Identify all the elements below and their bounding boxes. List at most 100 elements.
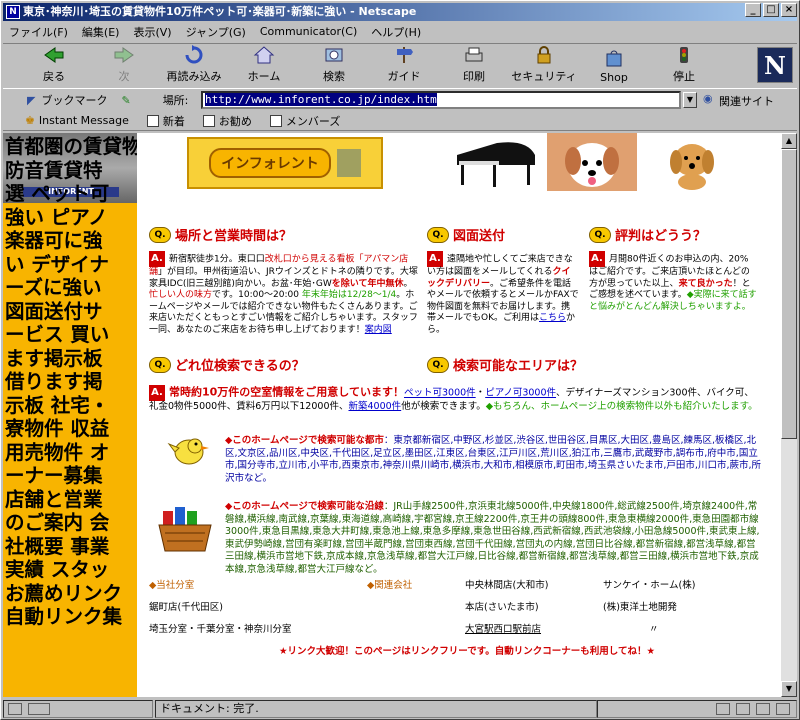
shop-button[interactable]: Shop	[579, 44, 649, 88]
left-menu-line[interactable]: 自動リンク集	[5, 605, 137, 629]
url-dropdown-button[interactable]: ▼	[683, 92, 697, 108]
branch-offices-heading: ◆当社分室	[149, 580, 195, 591]
banner-title: 常時約10万件の空室情報をご用意しています！	[169, 385, 404, 399]
left-menu-line[interactable]: 強い ピアノ	[5, 206, 137, 230]
answer-highlight: 来て良かった	[678, 278, 733, 289]
scroll-thumb[interactable]	[781, 149, 797, 439]
recommend-bookmark-button[interactable]: お勧め	[202, 113, 252, 129]
answer-text: です。10:00〜20:00	[212, 290, 299, 300]
instant-message-button[interactable]: ♚ Instant Message	[25, 114, 129, 127]
menu-edit[interactable]: 編集(E)	[82, 24, 120, 40]
left-menu-line[interactable]: のご案内 会	[5, 511, 137, 535]
edit-icon[interactable]	[776, 703, 790, 715]
security-status-icon[interactable]	[8, 703, 22, 715]
left-menu-line[interactable]: 用売物件 オ	[5, 441, 137, 465]
q-location-answer: A. 新宿駅徒歩1分。東口口改札口から見える看板「アパマン店舗」が目印。甲州街道沿…	[149, 251, 419, 336]
left-menu-text: 首都圏の賃貸物件 防音賃貸特 選 ペット可 強い ピアノ 楽器可に強 い デザイ…	[5, 135, 137, 629]
new-build-link[interactable]: 新築4000件	[349, 401, 402, 412]
reload-button[interactable]: 再読み込み	[159, 44, 229, 88]
page-icon	[202, 114, 215, 127]
lines-body: ：JR山手線2500件,京浜東北線5000件,中央線1800件,総武線2500件…	[225, 501, 760, 575]
maximize-button[interactable]: □	[763, 3, 779, 17]
vertical-scrollbar[interactable]: ▲ ▼	[781, 133, 797, 697]
menu-file[interactable]: ファイル(F)	[9, 24, 68, 40]
office-link[interactable]: 鋸町店(千代田区)	[149, 601, 309, 614]
map-link[interactable]: 案内図	[365, 325, 392, 335]
left-menu-line[interactable]: 防音賃貸特	[5, 159, 137, 183]
left-menu-line[interactable]: い デザイナ	[5, 253, 137, 277]
forward-button[interactable]: 次	[89, 44, 159, 88]
left-menu-line[interactable]: ます掲示板	[5, 347, 137, 371]
new-bookmark-label: 新着	[162, 114, 185, 128]
q-search-count-heading: Q. どれ位検索できるの？	[149, 355, 305, 374]
inforent-logo[interactable]: インフォレント	[187, 137, 383, 189]
close-button[interactable]: ×	[781, 3, 797, 17]
navigator-icon[interactable]	[716, 703, 730, 715]
office-link[interactable]: 本店(さいたま市)	[465, 601, 625, 614]
page-content: INFORENT 首都圏の賃貸物件 防音賃貸特 選 ペット可 強い ピアノ 楽器…	[3, 133, 781, 697]
stop-button[interactable]: 停止	[649, 44, 719, 88]
left-menu-line[interactable]: 図面送付サ	[5, 300, 137, 324]
affiliate-link[interactable]: サンケイ・ホーム(株)	[603, 579, 763, 592]
a-badge-icon: A.	[427, 251, 443, 267]
search-icon	[322, 44, 346, 66]
left-menu-line[interactable]: 店舗と営業	[5, 488, 137, 512]
q-reputation-heading: Q. 評判はどうう？	[589, 225, 706, 244]
quick-delivery-link[interactable]: こちら	[539, 313, 566, 323]
minimize-button[interactable]: _	[745, 3, 761, 17]
left-menu-line[interactable]: 社概要 事業	[5, 535, 137, 559]
url-input[interactable]: http://www.inforent.co.jp/index.htm	[201, 91, 681, 109]
left-menu-line[interactable]: 首都圏の賃貸物件	[5, 135, 137, 159]
menu-help[interactable]: ヘルプ(H)	[371, 24, 421, 40]
composer-icon[interactable]	[756, 703, 770, 715]
page-icon	[146, 114, 159, 127]
left-menu-line[interactable]: お薦めリンク	[5, 582, 137, 606]
pet-ok-link[interactable]: ペット可3000件	[404, 388, 476, 399]
left-menu-line[interactable]: ーナー募集	[5, 464, 137, 488]
left-menu-line[interactable]: 借ります掲	[5, 370, 137, 394]
left-menu-line[interactable]: ーズに強い	[5, 276, 137, 300]
related-sites-button[interactable]: 関連サイト	[719, 93, 774, 109]
search-button[interactable]: 検索	[299, 44, 369, 88]
left-menu-line[interactable]: 選 ペット可	[5, 182, 137, 206]
left-menu-line[interactable]: 寮物件 収益	[5, 417, 137, 441]
menu-go[interactable]: ジャンプ(G)	[186, 24, 246, 40]
connection-status-icon	[28, 703, 50, 715]
left-menu-line[interactable]: 示板 社宅・	[5, 394, 137, 418]
url-text: http://www.inforent.co.jp/index.htm	[205, 93, 437, 106]
members-bookmark-button[interactable]: メンバーズ	[269, 113, 340, 129]
a-badge-icon: A.	[149, 385, 165, 401]
scroll-up-button[interactable]: ▲	[781, 133, 797, 149]
bookmarks-button[interactable]: ブックマーク	[41, 92, 107, 108]
left-menu-line[interactable]: 実績 スタッ	[5, 558, 137, 582]
a-badge-icon: A.	[589, 251, 605, 267]
menu-view[interactable]: 表示(V)	[133, 24, 171, 40]
office-link[interactable]: 中央林間店(大和市)	[465, 579, 625, 592]
cities-section: ◆このホームページで検索可能な都市：東京都新宿区,中野区,杉並区,渋谷区,世田谷…	[225, 435, 765, 485]
guide-button[interactable]: ガイド	[369, 44, 439, 88]
office-link[interactable]: 大宮駅西口駅前店	[465, 623, 625, 636]
banner-separator: ・	[475, 387, 486, 399]
answer-text: 遠隔地や忙しくてご来店できない方は図面をメールしてくれる	[427, 254, 573, 278]
q-area-heading: Q. 検索可能なエリアは？	[427, 355, 583, 374]
forward-label: 次	[118, 70, 130, 83]
security-lock-icon	[532, 44, 556, 66]
office-link[interactable]: 埼玉分室・千葉分室・神奈川分室	[149, 623, 369, 636]
security-button[interactable]: セキュリティ	[509, 44, 579, 88]
status-bar: ドキュメント: 完了.	[3, 699, 797, 719]
bookmark-icon: ◤	[27, 93, 36, 107]
listings-banner: A. 常時約10万件の空室情報をご用意しています！ペット可3000件・ピアノ可30…	[149, 385, 759, 414]
menu-communicator[interactable]: Communicator(C)	[260, 25, 357, 38]
home-button[interactable]: ホーム	[229, 44, 299, 88]
print-button[interactable]: 印刷	[439, 44, 509, 88]
new-bookmark-button[interactable]: 新着	[146, 113, 185, 129]
page-proxy-icon[interactable]: ✎	[121, 94, 130, 107]
left-menu-line[interactable]: 楽器可に強	[5, 229, 137, 253]
mail-icon[interactable]	[736, 703, 750, 715]
affiliate-link[interactable]: (株)東洋土地開発	[603, 601, 763, 614]
recommend-bookmark-label: お勧め	[218, 114, 252, 128]
left-menu-line[interactable]: ービス 買い	[5, 323, 137, 347]
back-button[interactable]: 戻る	[19, 44, 89, 88]
piano-ok-link[interactable]: ピアノ可3000件	[485, 388, 556, 399]
scroll-down-button[interactable]: ▼	[781, 681, 797, 697]
